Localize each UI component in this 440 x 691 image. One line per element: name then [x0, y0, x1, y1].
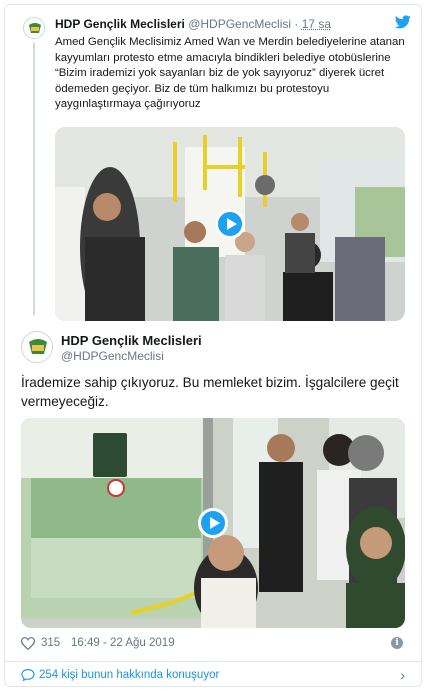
author-handle[interactable]: @HDPGencMeclisi [188, 17, 291, 31]
chevron-right-icon[interactable]: › [400, 667, 405, 683]
like-count[interactable]: 315 [41, 637, 60, 649]
tweet-time[interactable]: 17 sa [302, 17, 331, 31]
quoted-tweet-video[interactable] [55, 127, 405, 321]
tweet-video[interactable] [21, 418, 405, 628]
heart-icon[interactable] [21, 637, 35, 650]
tweet-text: İrademize sahip çıkıyoruz. Bu memleket b… [21, 375, 399, 409]
conversation-label[interactable]: 254 kişi bunun hakkında konuşuyor [39, 669, 219, 681]
tweet-timestamp[interactable]: 16:49 - 22 Ağu 2019 [71, 637, 175, 649]
avatar[interactable] [21, 331, 53, 363]
quoted-tweet-header: HDP Gençlik Meclisleri @HDPGencMeclisi ·… [55, 17, 331, 31]
author-handle[interactable]: @HDPGencMeclisi [61, 349, 164, 363]
comment-bubble-icon [21, 669, 35, 681]
embedded-tweet-card: HDP Gençlik Meclisleri @HDPGencMeclisi ·… [4, 4, 422, 687]
author-name[interactable]: HDP Gençlik Meclisleri [55, 17, 185, 31]
conversation-link[interactable]: 254 kişi bunun hakkında konuşuyor › [5, 662, 421, 686]
avatar[interactable] [23, 17, 45, 39]
info-icon[interactable]: i [391, 637, 403, 649]
play-icon[interactable] [215, 209, 245, 239]
separator-dot: · [294, 17, 299, 31]
quoted-tweet-text: Amed Gençlik Meclisimiz Amed Wan ve Merd… [55, 36, 405, 111]
play-icon[interactable] [198, 508, 228, 538]
author-name[interactable]: HDP Gençlik Meclisleri [61, 333, 202, 348]
tweet-meta: 315 16:49 - 22 Ağu 2019 i [21, 637, 407, 651]
quoted-tweet[interactable]: HDP Gençlik Meclisleri @HDPGencMeclisi ·… [5, 5, 421, 323]
thread-line [33, 43, 35, 315]
